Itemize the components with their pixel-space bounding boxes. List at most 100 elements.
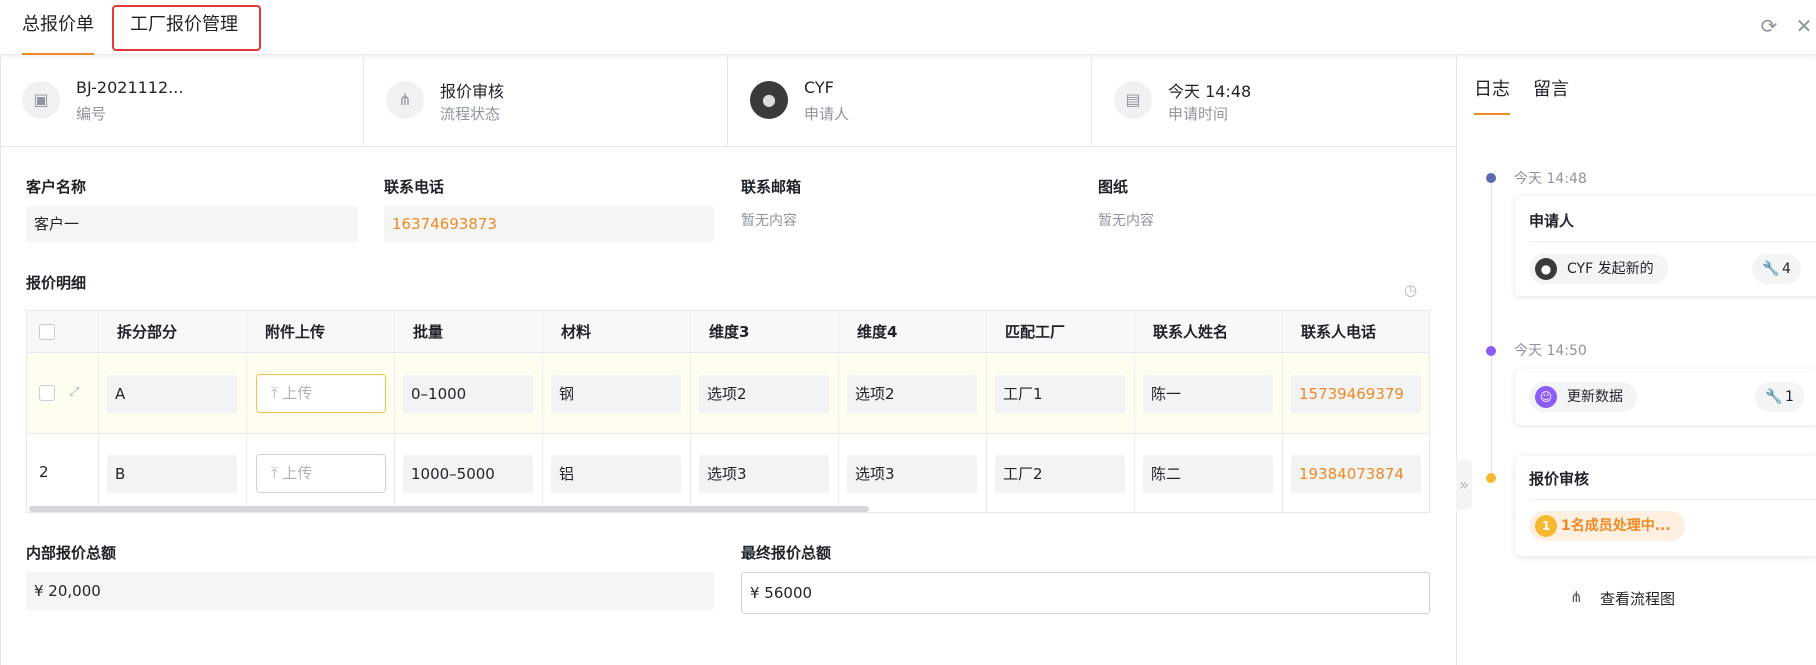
upload-icon: ⤒: [271, 464, 283, 482]
history-icon[interactable]: ◷: [1404, 281, 1420, 299]
email-label: 联系邮箱: [741, 178, 802, 196]
info-time: ▤ 今天 14:48 申请时间: [1092, 55, 1456, 147]
expand-icon[interactable]: ⤢: [69, 385, 79, 400]
upload-label: 上传: [282, 464, 313, 482]
dim3-field[interactable]: 选项3: [699, 455, 829, 493]
cell-material: 钢: [543, 354, 691, 433]
contact-field[interactable]: 陈二: [1143, 455, 1273, 493]
timeline-card: 报价审核 1 1名成员处理中...: [1515, 456, 1816, 556]
horizontal-scrollbar[interactable]: [29, 506, 869, 512]
cell-dim4: 选项3: [839, 434, 987, 512]
timeline-time: 今天 14:50: [1514, 343, 1587, 359]
batch-field[interactable]: 1000–5000: [403, 455, 533, 493]
drawing-label: 图纸: [1098, 178, 1129, 196]
row-number: 2: [39, 463, 49, 481]
info-row: ▣ BJ-2021112... 编号 ⋔ 报价审核 流程状态 ● CYF 申请人…: [0, 55, 1456, 147]
update-pill[interactable]: ☺ 更新数据: [1529, 382, 1637, 412]
table-row: ⤢ A ⤒ 上传 0–1000 钢 选项2 选项2 工厂1 陈一 1573946…: [27, 354, 1429, 434]
column-header: 维度4: [839, 311, 987, 352]
count-badge[interactable]: 🔧 1: [1755, 382, 1804, 412]
info-status: ⋔ 报价审核 流程状态: [364, 55, 728, 147]
timeline-line: [1491, 178, 1492, 478]
customer-label: 客户名称: [26, 178, 87, 196]
tab-comments[interactable]: 留言: [1533, 75, 1569, 101]
phone-field[interactable]: 16374693873: [384, 206, 714, 242]
main-border: [1456, 55, 1457, 665]
cell-upload: ⤒ 上传: [247, 354, 395, 433]
document-icon: ▣: [22, 81, 60, 119]
customer-field[interactable]: 客户一: [26, 206, 358, 242]
row-index-col: 2: [27, 434, 99, 512]
pill-text: 1名成员处理中...: [1561, 518, 1671, 534]
table-title: 报价明细: [26, 274, 87, 292]
count-text: 1: [1785, 389, 1794, 405]
info-number: ▣ BJ-2021112... 编号: [0, 55, 364, 147]
pill-text: 更新数据: [1567, 389, 1623, 405]
pill-text: CYF 发起新的: [1567, 261, 1654, 277]
count-text: 4: [1782, 261, 1791, 277]
card-title: 报价审核: [1529, 470, 1590, 488]
upload-button[interactable]: ⤒ 上传: [256, 454, 386, 493]
robot-icon: ☺: [1535, 386, 1557, 408]
cell-upload: ⤒ 上传: [247, 434, 395, 512]
cell-dim3: 选项2: [691, 354, 839, 433]
dim3-field[interactable]: 选项2: [699, 375, 829, 413]
contact-phone-field[interactable]: 15739469379: [1291, 375, 1421, 413]
column-header: 联系人姓名: [1135, 311, 1283, 352]
batch-field[interactable]: 0–1000: [403, 375, 533, 413]
close-icon[interactable]: ✕: [1792, 14, 1816, 38]
tab-log[interactable]: 日志: [1474, 75, 1510, 115]
column-header: 维度3: [691, 311, 839, 352]
final-total-input[interactable]: ¥ 56000: [741, 572, 1430, 614]
part-field[interactable]: B: [107, 455, 237, 493]
cell-phone: 19384073874: [1283, 434, 1429, 512]
column-header: 拆分部分: [99, 311, 247, 352]
column-header: 批量: [395, 311, 543, 352]
internal-total-label: 内部报价总额: [26, 544, 117, 562]
info-label: 流程状态: [440, 105, 501, 123]
upload-button[interactable]: ⤒ 上传: [256, 374, 386, 413]
tab-factory-quote[interactable]: 工厂报价管理: [130, 12, 238, 38]
row-check-col: ⤢: [27, 354, 99, 433]
card-title: 申请人: [1529, 212, 1575, 230]
row-checkbox[interactable]: [39, 385, 55, 401]
select-all-checkbox[interactable]: [39, 324, 55, 340]
timeline-time: 今天 14:48: [1514, 171, 1587, 187]
member-count-icon: 1: [1535, 515, 1557, 537]
internal-total-field[interactable]: ¥ 20,000: [26, 572, 714, 610]
cell-phone: 15739469379: [1283, 354, 1429, 433]
collapse-sidebar-icon[interactable]: »: [1456, 460, 1472, 510]
contact-field[interactable]: 陈一: [1143, 375, 1273, 413]
initiator-pill[interactable]: ● CYF 发起新的: [1529, 254, 1668, 284]
wrench-icon: 🔧: [1765, 389, 1783, 405]
dim4-field[interactable]: 选项3: [847, 455, 977, 493]
timeline-card: 申请人 ● CYF 发起新的 🔧 4: [1515, 196, 1816, 296]
cell-material: 铝: [543, 434, 691, 512]
part-field[interactable]: A: [107, 375, 237, 413]
cell-batch: 1000–5000: [395, 434, 543, 512]
material-field[interactable]: 铝: [551, 455, 681, 493]
refresh-icon[interactable]: ⟳: [1757, 14, 1781, 38]
quote-table: 拆分部分 附件上传 批量 材料 维度3 维度4 匹配工厂 联系人姓名 联系人电话…: [26, 310, 1430, 513]
view-flowchart-link[interactable]: ⋔ 查看流程图: [1570, 588, 1675, 609]
info-label: 编号: [76, 105, 107, 123]
header-check-col: [27, 311, 99, 352]
cell-factory: 工厂1: [987, 354, 1135, 433]
top-tab-bar: 总报价单 工厂报价管理 ⟳ ✕: [0, 0, 1816, 55]
factory-field[interactable]: 工厂1: [995, 375, 1125, 413]
dim4-field[interactable]: 选项2: [847, 375, 977, 413]
flow-icon: ⋔: [386, 81, 424, 119]
timeline-dot: [1486, 473, 1496, 483]
drawing-empty: 暂无内容: [1098, 213, 1154, 229]
factory-field[interactable]: 工厂2: [995, 455, 1125, 493]
timeline-dot: [1486, 346, 1496, 356]
column-header: 材料: [543, 311, 691, 352]
material-field[interactable]: 钢: [551, 375, 681, 413]
table-row: 2 B ⤒ 上传 1000–5000 铝 选项3 选项3 工厂2 陈二 1938…: [27, 434, 1429, 512]
tab-total-quote[interactable]: 总报价单: [22, 0, 94, 55]
contact-phone-field[interactable]: 19384073874: [1291, 455, 1421, 493]
processing-pill[interactable]: 1 1名成员处理中...: [1529, 511, 1685, 541]
avatar: ●: [750, 81, 788, 119]
cell-contact: 陈二: [1135, 434, 1283, 512]
count-badge[interactable]: 🔧 4: [1752, 254, 1801, 284]
